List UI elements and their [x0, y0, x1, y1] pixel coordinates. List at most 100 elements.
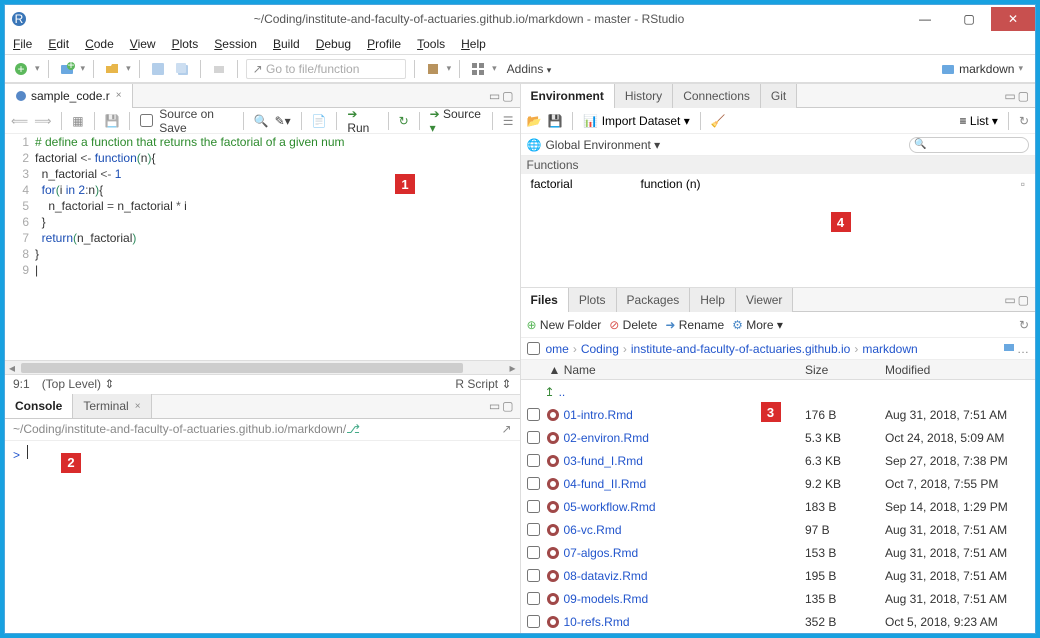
source-on-save-checkbox[interactable] — [140, 114, 153, 127]
clear-console-icon[interactable]: ↗ — [501, 422, 511, 436]
maximize-pane-icon[interactable]: ▢ — [502, 89, 513, 103]
save-all-icon[interactable] — [172, 59, 192, 79]
code-editor[interactable]: 1▾23▾456789 # define a function that ret… — [5, 134, 520, 360]
tab-history[interactable]: History — [615, 84, 673, 108]
editor-horizontal-scrollbar[interactable]: ◂▸ — [5, 360, 520, 374]
compile-report-icon[interactable]: 📄 — [312, 114, 327, 128]
tab-environment[interactable]: Environment — [521, 84, 615, 108]
file-row[interactable]: 10-refs.Rmd352 BOct 5, 2018, 9:23 AM — [521, 610, 1036, 633]
menu-help[interactable]: Help — [461, 37, 486, 51]
env-search-input[interactable]: 🔍 — [909, 137, 1029, 153]
breadcrumb-markdown[interactable]: markdown — [862, 342, 917, 356]
file-checkbox[interactable] — [527, 500, 540, 513]
breadcrumb-home[interactable]: ome — [546, 342, 569, 356]
select-all-checkbox[interactable] — [527, 342, 540, 355]
save-icon[interactable]: 💾 — [104, 114, 119, 128]
maximize-pane-icon[interactable]: ▢ — [502, 399, 513, 413]
file-checkbox[interactable] — [527, 546, 540, 559]
col-size[interactable]: Size — [805, 363, 885, 377]
menu-edit[interactable]: Edit — [48, 37, 69, 51]
wand-icon[interactable]: ✎▾ — [275, 114, 291, 128]
col-name[interactable]: ▲ Name — [545, 363, 806, 377]
code-body[interactable]: # define a function that returns the fac… — [35, 134, 520, 360]
list-mode-button[interactable]: ≡ List ▾ — [960, 114, 998, 128]
print-icon[interactable] — [209, 59, 229, 79]
load-workspace-icon[interactable]: 📂 — [527, 114, 542, 128]
source-button[interactable]: ➔ Source ▾ — [430, 107, 482, 135]
file-checkbox[interactable] — [527, 569, 540, 582]
language-selector[interactable]: R Script ⇕ — [455, 377, 511, 391]
env-item-factorial[interactable]: factorial function (n) ▫ — [521, 174, 1036, 194]
addins-menu[interactable]: Addins ▾ — [501, 60, 558, 78]
file-checkbox[interactable] — [527, 477, 540, 490]
console-body[interactable]: > 2 — [5, 441, 520, 633]
minimize-pane-icon[interactable]: ▭ — [1004, 89, 1015, 103]
menu-plots[interactable]: Plots — [172, 37, 199, 51]
delete-button[interactable]: ⊘ Delete — [609, 318, 657, 332]
refresh-files-icon[interactable]: ↻ — [1019, 318, 1029, 332]
tab-connections[interactable]: Connections — [673, 84, 761, 108]
tab-sample-code[interactable]: sample_code.r × — [5, 84, 133, 108]
file-row[interactable]: 07-algos.Rmd153 BAug 31, 2018, 7:51 AM — [521, 541, 1036, 564]
scope-selector[interactable]: (Top Level) ⇕ — [42, 377, 115, 391]
file-checkbox[interactable] — [527, 592, 540, 605]
menu-profile[interactable]: Profile — [367, 37, 401, 51]
tab-terminal[interactable]: Terminal× — [73, 394, 151, 418]
menu-code[interactable]: Code — [85, 37, 114, 51]
project-root-icon[interactable] — [1003, 341, 1015, 356]
show-in-new-window-icon[interactable]: ▦ — [72, 114, 83, 128]
outline-icon[interactable]: ☰ — [503, 114, 514, 128]
find-icon[interactable]: 🔍 — [254, 114, 269, 128]
file-checkbox[interactable] — [527, 431, 540, 444]
rerun-icon[interactable]: ↻ — [399, 114, 409, 128]
menu-debug[interactable]: Debug — [316, 37, 351, 51]
refresh-icon[interactable]: ↻ — [1019, 114, 1029, 128]
maximize-button[interactable]: ▢ — [947, 7, 991, 31]
import-dataset-button[interactable]: 📊 Import Dataset ▾ — [583, 114, 689, 128]
close-tab-icon[interactable]: × — [116, 90, 122, 101]
file-row[interactable]: 02-environ.Rmd5.3 KBOct 24, 2018, 5:09 A… — [521, 426, 1036, 449]
env-scope-selector[interactable]: Global Environment ▾ — [545, 138, 660, 152]
back-icon[interactable]: ⟸ — [11, 114, 28, 128]
breadcrumb-coding[interactable]: Coding — [581, 342, 619, 356]
file-row[interactable]: 03-fund_I.Rmd6.3 KBSep 27, 2018, 7:38 PM — [521, 449, 1036, 472]
file-row[interactable]: 04-fund_II.Rmd9.2 KBOct 7, 2018, 7:55 PM — [521, 472, 1036, 495]
tab-console[interactable]: Console — [5, 394, 73, 418]
menu-file[interactable]: File — [13, 37, 32, 51]
maximize-pane-icon[interactable]: ▢ — [1018, 89, 1029, 103]
view-function-icon[interactable]: ▫ — [1021, 177, 1025, 191]
col-modified[interactable]: Modified — [885, 363, 1035, 377]
tab-help[interactable]: Help — [690, 288, 736, 312]
tab-plots[interactable]: Plots — [569, 288, 617, 312]
minimize-button[interactable]: — — [903, 7, 947, 31]
goto-file-input[interactable]: ↗ Go to file/function — [246, 59, 406, 79]
file-checkbox[interactable] — [527, 615, 540, 628]
file-up-dir[interactable]: ↥ .. — [521, 380, 1036, 403]
breadcrumb-repo[interactable]: institute-and-faculty-of-actuaries.githu… — [631, 342, 850, 356]
maximize-pane-icon[interactable]: ▢ — [1018, 293, 1029, 307]
new-folder-button[interactable]: ⊕ New Folder — [527, 318, 602, 332]
clear-env-icon[interactable]: 🧹 — [711, 114, 726, 128]
save-workspace-icon[interactable]: 💾 — [547, 114, 562, 128]
tab-files[interactable]: Files — [521, 288, 569, 312]
minimize-pane-icon[interactable]: ▭ — [489, 399, 500, 413]
minimize-pane-icon[interactable]: ▭ — [489, 89, 500, 103]
file-row[interactable]: 06-vc.Rmd97 BAug 31, 2018, 7:51 AM — [521, 518, 1036, 541]
package-icon[interactable] — [423, 59, 443, 79]
more-button[interactable]: ⚙ More ▾ — [732, 318, 783, 332]
file-row[interactable]: 05-workflow.Rmd183 BSep 14, 2018, 1:29 P… — [521, 495, 1036, 518]
file-checkbox[interactable] — [527, 523, 540, 536]
tab-packages[interactable]: Packages — [617, 288, 691, 312]
file-checkbox[interactable] — [527, 408, 540, 421]
minimize-pane-icon[interactable]: ▭ — [1004, 293, 1015, 307]
menu-session[interactable]: Session — [214, 37, 257, 51]
run-button[interactable]: ➔ Run — [347, 107, 377, 135]
file-checkbox[interactable] — [527, 454, 540, 467]
forward-icon[interactable]: ⟹ — [34, 114, 51, 128]
project-selector[interactable]: markdown ▾ — [941, 62, 1029, 76]
new-file-icon[interactable]: + — [11, 59, 31, 79]
menu-tools[interactable]: Tools — [417, 37, 445, 51]
file-row[interactable]: 09-models.Rmd135 BAug 31, 2018, 7:51 AM — [521, 587, 1036, 610]
rename-button[interactable]: ➜ Rename — [665, 318, 724, 332]
menu-view[interactable]: View — [130, 37, 156, 51]
